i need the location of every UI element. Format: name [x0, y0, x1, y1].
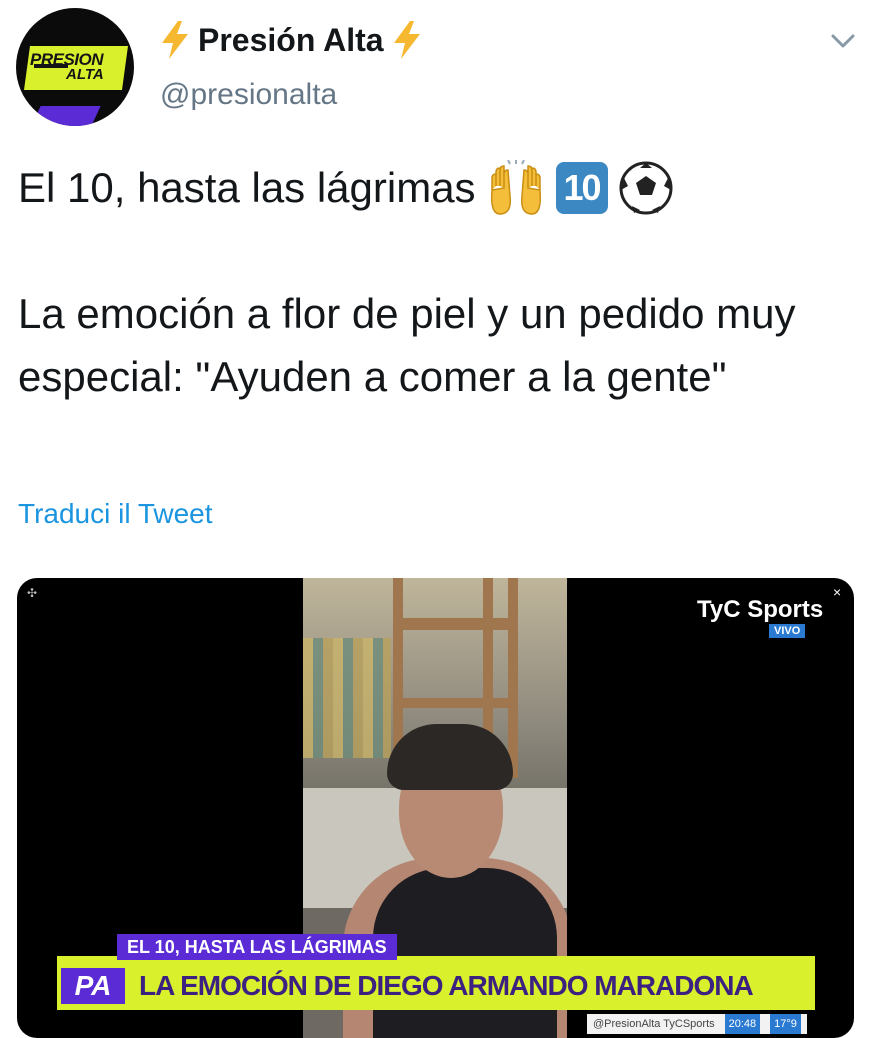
account-avatar[interactable]: PRESION ALTA	[16, 8, 134, 126]
tweet-text-line1: El 10, hasta las lágrimas 10	[18, 160, 674, 216]
chair-rail	[393, 698, 518, 708]
person-shirt	[373, 868, 557, 1038]
channel-logo: TyC Sports	[697, 596, 824, 623]
tweet-video[interactable]: ✣ TyC Sports VIVO × EL 10, HASTA LAS LÁG…	[17, 578, 854, 1038]
footer-handles: @PresionAlta TyCSports	[593, 1018, 715, 1030]
display-name[interactable]: Presión Alta	[198, 22, 384, 59]
lightning-bolt-icon	[162, 21, 188, 59]
tweet-headline: El 10, hasta las lágrimas	[18, 164, 476, 211]
live-badge: VIVO	[769, 624, 806, 638]
translate-tweet-link[interactable]: Traduci il Tweet	[18, 498, 213, 530]
account-handle[interactable]: @presionalta	[160, 78, 337, 112]
logo-text-line2: ALTA	[66, 66, 104, 83]
lower-third-kicker: EL 10, HASTA LAS LÁGRIMAS	[117, 934, 397, 960]
soccer-ball-icon	[619, 161, 673, 215]
tweet-text-paragraph: La emoción a flor de piel y un pedido mu…	[18, 290, 796, 400]
footer-extra: 17°9	[770, 1014, 801, 1034]
pa-badge: PA	[61, 968, 125, 1004]
footer-time: 20:48	[724, 1014, 761, 1034]
chair-leg	[508, 578, 518, 778]
raising-hands-icon	[490, 160, 541, 215]
video-settings-icon[interactable]: ✣	[27, 586, 37, 600]
logo-accent	[31, 106, 101, 126]
chair-rail	[393, 618, 518, 630]
account-name-row[interactable]: Presión Alta	[160, 18, 422, 62]
lightning-bolt-icon	[393, 21, 420, 59]
lower-third-footer: @PresionAlta TyCSports 20:48 17°9	[587, 1014, 807, 1034]
close-icon[interactable]: ×	[833, 584, 841, 600]
chevron-down-icon[interactable]	[828, 28, 858, 54]
background-tiles	[303, 638, 391, 758]
person-hair	[387, 724, 513, 790]
keycap-10-icon: 10	[555, 162, 608, 214]
lower-third-headline: LA EMOCIÓN DE DIEGO ARMANDO MARADONA	[139, 970, 754, 1001]
